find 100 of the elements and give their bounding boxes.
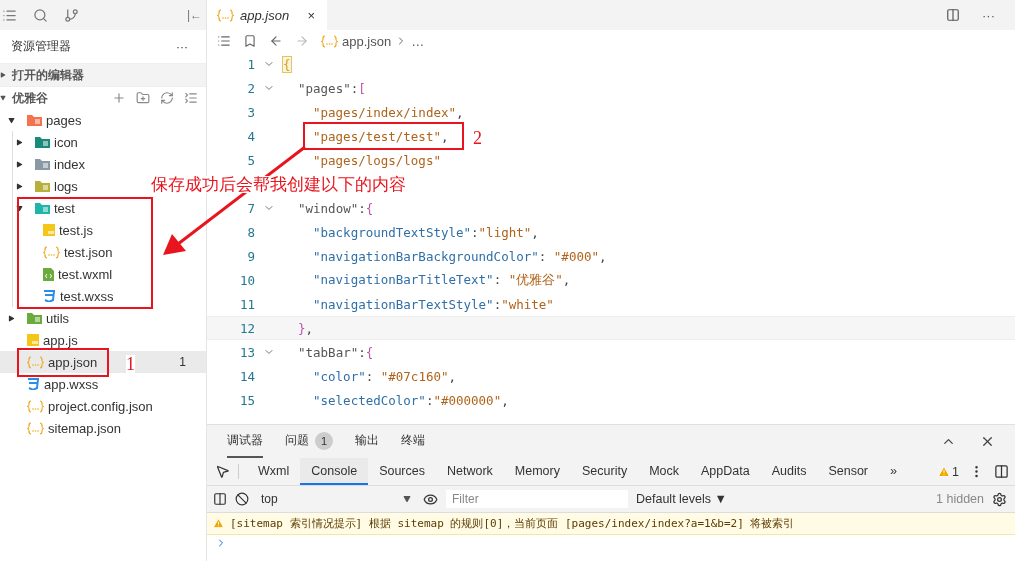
code-line: "selectedColor":"#000000",: [313, 392, 509, 408]
line-number: 10: [238, 272, 255, 288]
breadcrumb-item[interactable]: app.json: [342, 33, 392, 49]
file-tree-item[interactable]: app.js: [0, 329, 84, 351]
file-name: test: [54, 200, 75, 216]
problem-count: 1: [179, 355, 186, 369]
annotation-marker: 1: [126, 355, 135, 373]
line-number: 4: [246, 128, 255, 144]
back-icon[interactable]: [269, 34, 283, 48]
braces-icon: [27, 399, 44, 413]
file-tree-item[interactable]: pages: [0, 109, 88, 131]
file-tree-item[interactable]: project.config.json: [0, 395, 159, 417]
devtools-tab[interactable]: Console: [300, 458, 369, 485]
outline-icon[interactable]: [217, 34, 231, 48]
file-tree-item[interactable]: app.wxss: [0, 373, 105, 395]
code-line: "backgroundTextStyle":"light",: [313, 224, 539, 240]
dock-icon[interactable]: [994, 464, 1009, 479]
code-line: "tabBar":{: [298, 344, 374, 360]
settings-icon[interactable]: [992, 491, 1007, 507]
warning-icon: [213, 518, 224, 529]
close-icon[interactable]: [980, 434, 995, 449]
new-folder-icon[interactable]: [136, 91, 150, 105]
annotation-marker: 2: [473, 129, 482, 147]
file-tree-item[interactable]: index: [0, 153, 92, 175]
devtools-tab[interactable]: Security: [571, 458, 639, 485]
inspect-icon[interactable]: [215, 464, 230, 479]
context-select[interactable]: top: [257, 492, 415, 506]
code-line: "window":{: [298, 200, 374, 216]
panel-tab[interactable]: 问题 1: [285, 425, 333, 458]
file-tree-item[interactable]: test: [0, 197, 81, 219]
file-name: project.config.json: [48, 398, 153, 414]
bookmark-icon[interactable]: [243, 34, 257, 48]
caret-icon: [403, 495, 411, 503]
count-badge: 1: [315, 431, 333, 450]
filter-field[interactable]: Filter: [446, 490, 628, 508]
braces-icon: [217, 8, 234, 22]
devtools-tab[interactable]: AppData: [690, 458, 761, 485]
file-tree-item[interactable]: test.wxss: [0, 285, 120, 307]
panel-tab[interactable]: 终端: [401, 425, 425, 458]
file-tree-item[interactable]: test.wxml: [0, 263, 119, 285]
levels-dropdown[interactable]: Default levels ▼: [636, 492, 727, 506]
file-tree-item[interactable]: utils: [0, 307, 76, 329]
devtools-tab[interactable]: Audits: [760, 458, 818, 485]
eye-icon[interactable]: [423, 491, 438, 507]
line-number: 11: [238, 296, 255, 312]
file-tree-item[interactable]: test.js: [0, 219, 99, 241]
code-line: "pages":[: [298, 80, 366, 96]
file-tree-item[interactable]: logs: [0, 175, 84, 197]
line-number: 14: [238, 368, 255, 384]
line-number: 9: [246, 248, 255, 264]
file-tree-item[interactable]: sitemap.json: [0, 417, 127, 439]
devtools-tab[interactable]: Mock: [638, 458, 690, 485]
file-name: pages: [46, 112, 82, 128]
code-line: "pages/test/test",: [313, 128, 449, 144]
line-number: 15: [238, 392, 255, 408]
hidden-count: 1 hidden: [936, 492, 984, 506]
line-number: 8: [246, 224, 255, 240]
file-name: app.js: [43, 332, 78, 348]
js-file-icon: [43, 224, 55, 236]
devtools-tab[interactable]: Network: [436, 458, 504, 485]
section-header[interactable]: 打开的编辑器: [0, 63, 206, 86]
code-line: "color": "#07c160",: [313, 368, 456, 384]
file-tree-item[interactable]: test.json: [0, 241, 119, 263]
devtools-tab[interactable]: Memory: [503, 458, 571, 485]
sidebar-toggle-icon[interactable]: [213, 492, 227, 506]
css-file-icon: [27, 378, 40, 390]
panel-tab[interactable]: 输出: [355, 425, 379, 458]
refresh-icon[interactable]: [160, 91, 174, 105]
warning-icon[interactable]: [938, 465, 951, 478]
code-line: "navigationBarBackgroundColor": "#000",: [313, 248, 607, 264]
file-name: utils: [46, 310, 70, 326]
file-name: app.wxss: [44, 376, 99, 392]
code-line: },: [298, 320, 314, 336]
source-control-icon[interactable]: [64, 7, 79, 23]
file-name: test.json: [64, 244, 113, 260]
file-tree-item[interactable]: icon: [0, 131, 84, 153]
clear-console-icon[interactable]: [235, 492, 249, 506]
editor-tab[interactable]: app.json ×: [207, 0, 327, 30]
more-button[interactable]: ···: [982, 7, 995, 23]
code-file-icon: [43, 267, 54, 281]
code-line: "navigationBarTextStyle":"white": [313, 296, 554, 312]
line-number: 13: [238, 344, 255, 360]
more-button[interactable]: ···: [176, 39, 188, 54]
breadcrumb-item[interactable]: …: [411, 33, 425, 49]
braces-icon: [27, 355, 44, 369]
close-button[interactable]: ×: [307, 7, 315, 23]
devtools-tab[interactable]: Sensor: [817, 458, 880, 485]
devtools-tab[interactable]: Sources: [368, 458, 436, 485]
split-editor-icon[interactable]: [946, 8, 960, 22]
file-name: index: [54, 156, 86, 172]
line-number: 1: [246, 56, 255, 72]
devtools-tab[interactable]: Wxml: [247, 458, 301, 485]
collapse-all-icon[interactable]: [184, 91, 198, 105]
collapse-sidebar-button[interactable]: |←: [186, 8, 202, 22]
line-number: 2: [246, 80, 255, 96]
more-tabs-button[interactable]: »: [879, 458, 908, 485]
console-message: [sitemap 索引情况提示] 根据 sitemap 的规则[0]，当前页面 [pages/index/index?a=1&b=2] 将被索引: [230, 516, 795, 531]
explorer-icon[interactable]: [2, 7, 17, 23]
warning-count[interactable]: 1: [952, 464, 959, 479]
search-icon[interactable]: [33, 7, 48, 23]
